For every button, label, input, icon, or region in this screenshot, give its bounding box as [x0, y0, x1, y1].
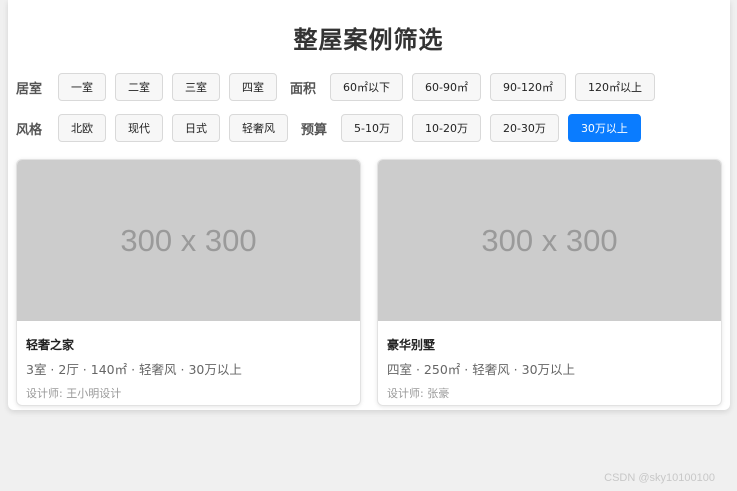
- filter-option-area-1[interactable]: 60㎡以下: [330, 73, 404, 101]
- filter-option-style-4[interactable]: 轻奢风: [229, 114, 289, 142]
- filter-option-layout-1[interactable]: 一室: [58, 73, 107, 101]
- filter-label-layout: 居室: [16, 81, 43, 97]
- filter-option-layout-3[interactable]: 三室: [172, 73, 221, 101]
- filter-label-area: 面积: [290, 81, 317, 97]
- filter-label-style: 风格: [16, 122, 43, 138]
- case-card[interactable]: 300 x 300 豪华别墅 四室 · 250㎡ · 轻奢风 · 30万以上 设…: [377, 159, 722, 406]
- case-card[interactable]: 300 x 300 轻奢之家 3室 · 2厅 · 140㎡ · 轻奢风 · 30…: [16, 159, 361, 406]
- filter-option-budget-1[interactable]: 5-10万: [341, 114, 403, 142]
- case-meta: 四室 · 250㎡ · 轻奢风 · 30万以上: [387, 362, 576, 377]
- filter-option-area-2[interactable]: 60-90㎡: [412, 73, 481, 101]
- case-image-placeholder: 300 x 300: [378, 160, 721, 321]
- case-image-placeholder: 300 x 300: [17, 160, 360, 321]
- case-designer: 设计师: 王小明设计: [26, 387, 122, 400]
- filter-option-budget-4-selected[interactable]: 30万以上: [567, 114, 641, 142]
- filter-option-style-1[interactable]: 北欧: [58, 114, 107, 142]
- filter-option-layout-2[interactable]: 二室: [115, 73, 164, 101]
- filter-option-area-4[interactable]: 120㎡以上: [574, 73, 655, 101]
- filter-option-budget-3[interactable]: 20-30万: [489, 114, 559, 142]
- filter-row-style-budget: 风格 北欧 现代 日式 轻奢风 预算 5-10万 10-20万 20-30万 3…: [16, 113, 650, 143]
- case-title: 轻奢之家: [26, 338, 75, 352]
- watermark: CSDN @sky10100100: [604, 472, 715, 484]
- case-title: 豪华别墅: [387, 338, 436, 352]
- case-meta: 3室 · 2厅 · 140㎡ · 轻奢风 · 30万以上: [26, 362, 242, 377]
- filter-option-layout-4[interactable]: 四室: [229, 73, 278, 101]
- filter-option-budget-2[interactable]: 10-20万: [412, 114, 481, 142]
- filter-option-style-2[interactable]: 现代: [115, 114, 164, 142]
- filter-option-area-3[interactable]: 90-120㎡: [490, 73, 566, 101]
- page-title: 整屋案例筛选: [293, 26, 444, 54]
- filter-row-layout-area: 居室 一室 二室 三室 四室 面积 60㎡以下 60-90㎡ 90-120㎡ 1…: [16, 72, 664, 102]
- filter-option-style-3[interactable]: 日式: [172, 114, 221, 142]
- case-designer: 设计师: 张豪: [387, 387, 450, 400]
- filter-label-budget: 预算: [301, 122, 328, 138]
